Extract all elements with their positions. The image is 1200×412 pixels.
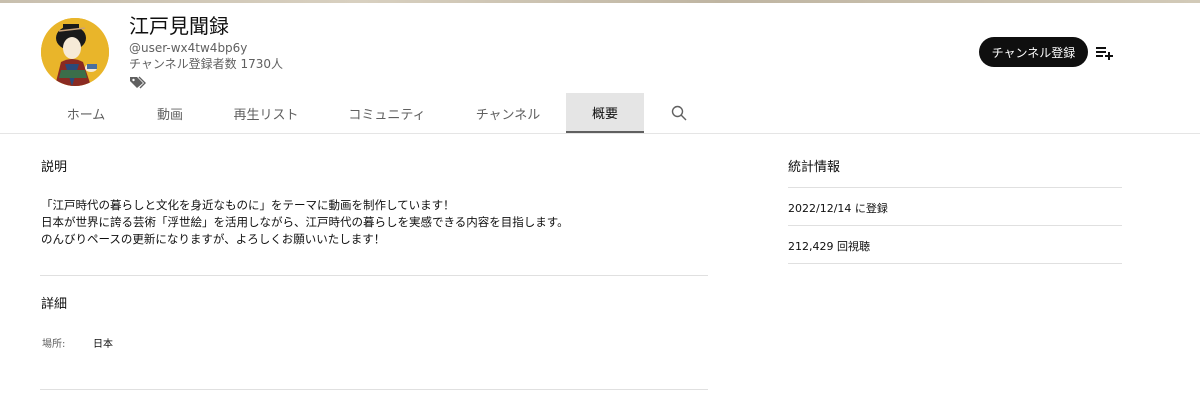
tab-channels[interactable]: チャンネル	[450, 93, 566, 133]
search-icon	[671, 105, 687, 121]
location-label: 場所:	[42, 339, 66, 350]
playlist-add-icon[interactable]	[1095, 44, 1115, 60]
channel-title: 江戸見聞録	[129, 14, 229, 38]
channel-tabs: ホーム 動画 再生リスト コミュニティ チャンネル 概要	[40, 93, 714, 133]
description-heading: 説明	[41, 160, 68, 175]
avatar-image	[41, 18, 109, 86]
divider	[788, 187, 1122, 188]
description-line: のんびりペースの更新になりますが、よろしくお願いいたします！	[41, 232, 386, 246]
tab-about[interactable]: 概要	[566, 93, 644, 133]
channel-handle: @user-wx4tw4bp6y	[129, 41, 248, 55]
subscribe-button[interactable]: チャンネル登録	[979, 37, 1088, 67]
divider	[40, 389, 708, 390]
joined-date: 2022/12/14 に登録	[788, 202, 888, 215]
description-line: 「江戸時代の暮らしと文化を身近なものに」をテーマに動画を制作しています！	[41, 198, 455, 212]
tab-playlists[interactable]: 再生リスト	[208, 93, 324, 133]
tab-community[interactable]: コミュニティ	[324, 93, 450, 133]
location-value: 日本	[93, 339, 113, 350]
banner-edge	[0, 0, 1200, 3]
divider	[40, 275, 708, 276]
tab-videos[interactable]: 動画	[132, 93, 208, 133]
view-count: 212,429 回視聴	[788, 240, 870, 253]
description-line: 日本が世界に誇る芸術「浮世絵」を活用しながら、江戸時代の暮らしを実感できる内容を…	[41, 215, 569, 229]
divider	[788, 263, 1122, 264]
badge-icon[interactable]	[129, 75, 147, 89]
tab-home[interactable]: ホーム	[40, 93, 132, 133]
stats-heading: 統計情報	[788, 160, 841, 175]
divider	[788, 225, 1122, 226]
avatar[interactable]	[41, 18, 109, 86]
tabs-divider	[0, 133, 1200, 134]
channel-search-button[interactable]	[644, 93, 714, 133]
subscriber-count: チャンネル登録者数 1730人	[129, 57, 283, 71]
details-heading: 詳細	[41, 297, 68, 312]
